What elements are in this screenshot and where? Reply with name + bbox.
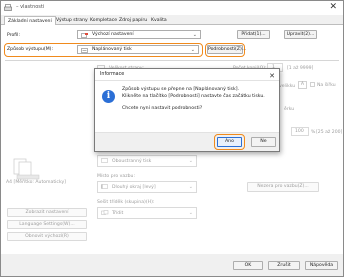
dialog-title-bar: Informace ✕ [95,69,279,81]
window-title: – vlastnosti [16,4,45,10]
yes-button[interactable]: Ano [217,137,242,147]
output-method-label: Způsob výstupu(M): [7,47,54,52]
properties-window: – vlastnosti ✕ Základní nastavení Výstup… [0,0,344,277]
add-profile-button[interactable]: Přidat(1)... [237,30,270,39]
dialog-message-line1: Způsob výstupu se přepne na [Naplánovaný… [122,87,240,92]
dialog-question: Chcete nyní nastavit podrobnosti? [122,106,203,111]
profile-value: Výchozí nastavení [92,32,134,37]
dialog-button-bar: Ano Ne [95,132,279,151]
dialog-close-icon[interactable]: ✕ [269,70,275,82]
tab-quality[interactable]: Kvalita [151,17,167,25]
title-bar: – vlastnosti ✕ [1,1,343,15]
tab-finishing[interactable]: Kompletace [90,17,117,25]
output-method-select[interactable]: Naplánovaný tisk ⌄ [77,45,199,54]
tab-strip: Základní nastavení Výstup strany Komplet… [1,15,343,26]
cancel-button[interactable]: Zrušit [268,261,300,270]
no-button[interactable]: Ne [251,137,276,147]
profile-icon [81,32,88,38]
footer-bar: OK Zrušit Nápověda [1,254,343,276]
dialog-title: Informace [100,72,125,77]
tab-page-output[interactable]: Výstup strany [56,17,88,25]
profile-select[interactable]: Výchozí nastavení ⌄ [77,30,201,39]
help-button[interactable]: Nápověda [305,261,338,270]
details-button[interactable]: Podrobnosti(Z)... [207,45,246,54]
edit-profile-button[interactable]: Upravit(2)... [284,30,317,39]
tab-paper-source[interactable]: Zdroj papíru [119,17,147,25]
scheduled-print-icon [81,47,88,53]
dialog-message-line2: Klikněte na tlačítko [Podrobnosti] nasta… [122,94,265,99]
chevron-down-icon: ⌄ [192,31,197,38]
profile-label: Profil: [7,33,21,38]
output-method-value: Naplánovaný tisk [92,47,132,52]
info-icon: i [102,90,115,103]
ok-button[interactable]: OK [233,261,263,270]
information-dialog: Informace ✕ i Způsob výstupu se přepne n… [94,68,280,152]
printer-icon [4,4,12,11]
chevron-down-icon: ⌄ [190,46,195,53]
close-icon[interactable]: ✕ [329,2,337,12]
